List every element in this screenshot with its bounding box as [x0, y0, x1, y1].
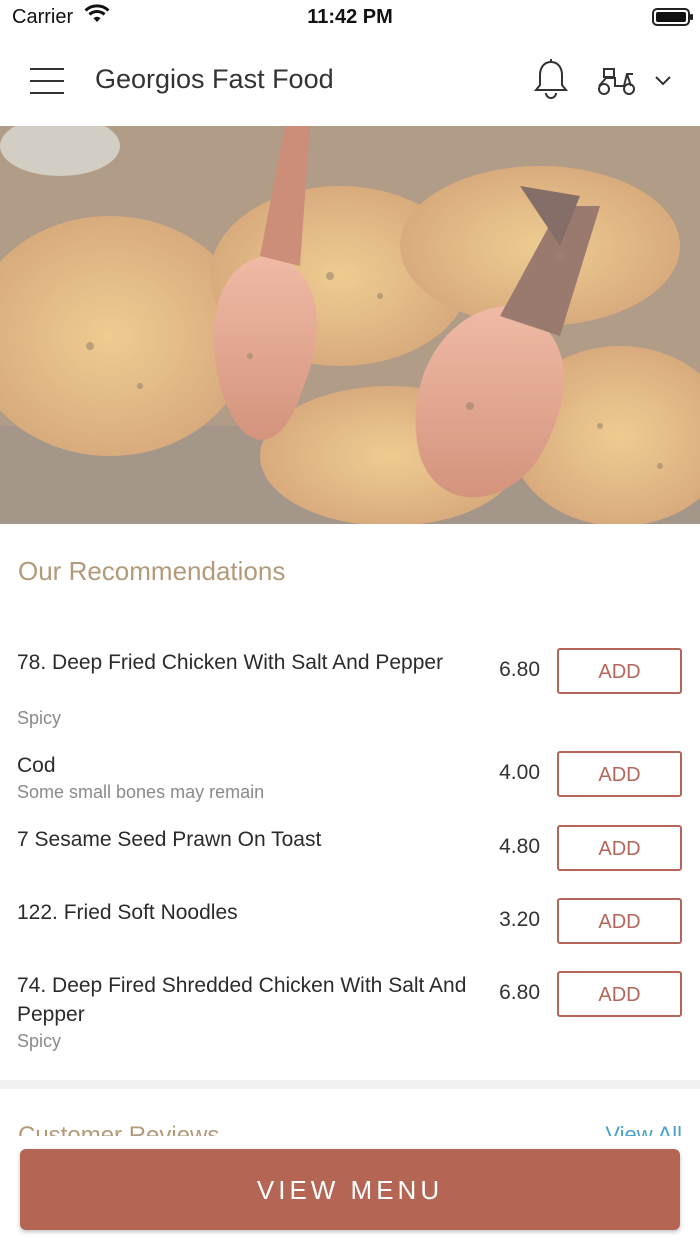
chevron-down-icon[interactable] — [654, 74, 672, 92]
hero-food-image — [0, 126, 700, 524]
restaurant-title: Georgios Fast Food — [95, 64, 334, 94]
item-name: 74. Deep Fired Shredded Chicken With Sal… — [17, 974, 467, 1026]
add-button[interactable]: ADD — [557, 898, 682, 944]
item-description: Spicy — [17, 708, 62, 728]
item-name: Cod — [17, 754, 56, 777]
recommendations-title: Our Recommendations — [18, 556, 286, 586]
delivery-scooter-icon[interactable] — [596, 66, 638, 101]
item-price: 4.80 — [499, 835, 540, 858]
add-button[interactable]: ADD — [557, 971, 682, 1017]
item-name: 7 Sesame Seed Prawn On Toast — [17, 828, 322, 851]
add-button[interactable]: ADD — [557, 825, 682, 871]
view-menu-button[interactable]: VIEW MENU — [20, 1149, 680, 1230]
menu-icon[interactable] — [30, 68, 64, 94]
clock: 11:42 PM — [307, 6, 393, 28]
bell-icon[interactable] — [532, 58, 570, 107]
battery-icon — [652, 8, 693, 26]
item-description: Spicy — [17, 1031, 62, 1051]
item-price: 3.20 — [499, 908, 540, 931]
item-name: 122. Fried Soft Noodles — [17, 901, 238, 924]
item-name: 78. Deep Fried Chicken With Salt And Pep… — [17, 651, 444, 674]
item-description: Some small bones may remain — [17, 782, 265, 802]
status-bar: Carrier 11:42 PM — [0, 0, 700, 36]
item-price: 4.00 — [499, 761, 540, 784]
section-divider — [0, 1080, 700, 1089]
item-price: 6.80 — [499, 981, 540, 1004]
app-header: Georgios Fast Food — [0, 36, 700, 126]
item-price: 6.80 — [499, 658, 540, 681]
add-button[interactable]: ADD — [557, 648, 682, 694]
add-button[interactable]: ADD — [557, 751, 682, 797]
